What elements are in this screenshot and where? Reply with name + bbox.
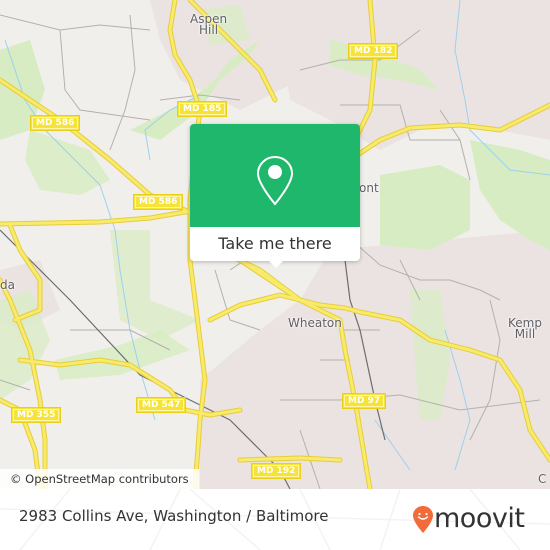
- map-attribution[interactable]: © OpenStreetMap contributors: [0, 469, 199, 489]
- place-label-wheaton: Wheaton: [288, 316, 342, 330]
- popup-pointer: [267, 259, 285, 268]
- place-label-partial: C: [538, 472, 547, 486]
- take-me-there-button[interactable]: Take me there: [190, 227, 360, 261]
- address-text: 2983 Collins Ave, Washington / Baltimore: [19, 507, 329, 525]
- route-shield-md-192: MD 192: [251, 463, 302, 479]
- popup-header: [190, 124, 360, 227]
- place-label-bethesda: da: [0, 278, 15, 292]
- route-shield-md-586-2: MD 586: [133, 194, 184, 210]
- moovit-pin-smiley-icon: [413, 506, 433, 533]
- moovit-wordmark: moovit: [434, 503, 525, 534]
- route-shield-md-182: MD 182: [348, 43, 399, 59]
- map-pin-icon: [256, 155, 294, 206]
- footer-bar: 2983 Collins Ave, Washington / Baltimore…: [0, 489, 550, 550]
- location-popup: Take me there: [190, 124, 360, 268]
- route-shield-md-586: MD 586: [30, 115, 81, 131]
- route-shield-md-547: MD 547: [136, 397, 187, 413]
- route-shield-md-355: MD 355: [11, 407, 62, 423]
- place-label-glenmont: ont: [359, 181, 379, 195]
- route-shield-md-185: MD 185: [177, 101, 228, 117]
- map-view[interactable]: Aspen Hill ont da Wheaton Kemp Mill C MD…: [0, 0, 550, 489]
- place-label-kemp-mill: Kemp Mill: [508, 316, 542, 341]
- route-shield-md-97: MD 97: [342, 393, 387, 409]
- moovit-logo[interactable]: moovit: [412, 501, 537, 537]
- place-label-aspen-hill: Aspen Hill: [190, 12, 228, 37]
